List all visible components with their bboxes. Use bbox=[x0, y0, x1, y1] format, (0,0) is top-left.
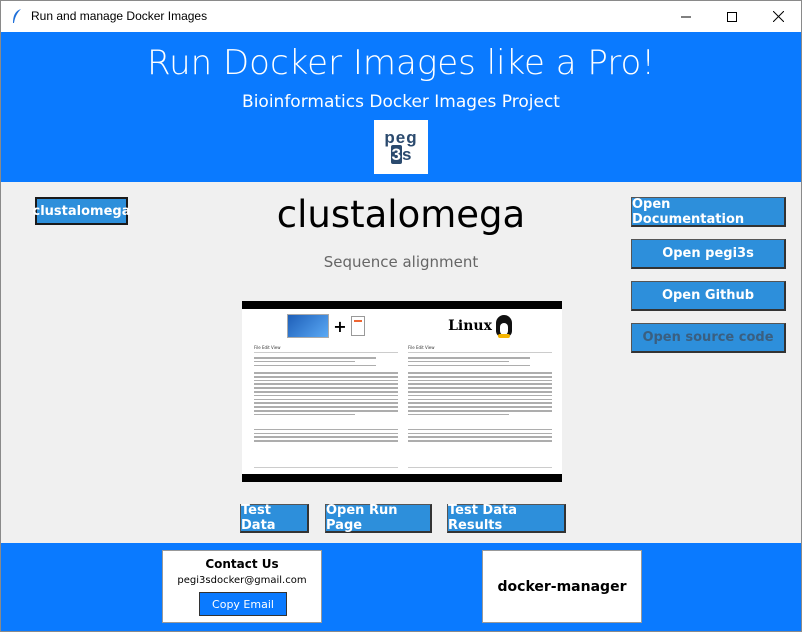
open-pegi3s-button[interactable]: Open pegi3s bbox=[631, 239, 786, 269]
preview-pane-linux: Linux File Edit View bbox=[404, 309, 556, 474]
test-data-button[interactable]: Test Data bbox=[240, 503, 309, 533]
contact-box: Contact Us pegi3sdocker@gmail.com Copy E… bbox=[162, 550, 322, 623]
open-run-page-button[interactable]: Open Run Page bbox=[325, 503, 432, 533]
page-title: Run Docker Images like a Pro! bbox=[147, 43, 655, 83]
maximize-icon bbox=[727, 11, 737, 22]
docker-manager-button[interactable]: docker-manager bbox=[482, 550, 642, 623]
close-button[interactable] bbox=[755, 1, 801, 32]
open-documentation-button[interactable]: Open Documentation bbox=[631, 197, 786, 227]
preview-pane-header: + bbox=[250, 309, 402, 343]
preview-text-lines bbox=[254, 357, 398, 467]
logo-letter: s bbox=[402, 145, 412, 164]
contact-email: pegi3sdocker@gmail.com bbox=[177, 575, 307, 586]
linux-label: Linux bbox=[448, 318, 492, 334]
windows-logo-icon bbox=[287, 314, 330, 338]
tux-penguin-icon bbox=[495, 315, 512, 338]
logo-top-text: peg bbox=[384, 128, 418, 147]
plus-icon: + bbox=[333, 316, 347, 336]
page-subtitle: Bioinformatics Docker Images Project bbox=[242, 92, 560, 112]
window-title: Run and manage Docker Images bbox=[31, 9, 208, 23]
feather-icon bbox=[13, 9, 21, 23]
notepad-icon bbox=[350, 316, 365, 336]
preview-canvas: + File Edit View Linux File Edit View bbox=[242, 309, 562, 474]
close-icon bbox=[772, 11, 784, 22]
pegi3s-logo: peg 3s bbox=[374, 120, 428, 174]
minimize-button[interactable] bbox=[663, 1, 709, 32]
minimize-icon bbox=[681, 16, 691, 17]
tool-selector-button[interactable]: clustalomega bbox=[33, 197, 131, 225]
preview-pane-windows: + File Edit View bbox=[250, 309, 402, 474]
preview-pane-header: Linux bbox=[404, 309, 556, 343]
test-data-results-button[interactable]: Test Data Results bbox=[447, 503, 566, 533]
preview-status-bar bbox=[254, 467, 398, 472]
open-github-button[interactable]: Open Github bbox=[631, 281, 786, 311]
tool-name: clustalomega bbox=[276, 193, 526, 236]
tool-description: Sequence alignment bbox=[323, 253, 479, 271]
preview-menu-bar: File Edit View bbox=[254, 345, 398, 353]
preview-menu-bar: File Edit View bbox=[408, 345, 552, 353]
app-window: Run and manage Docker Images Run Docker … bbox=[0, 0, 802, 632]
maximize-button[interactable] bbox=[709, 1, 755, 32]
preview-status-bar bbox=[408, 467, 552, 472]
preview-text-lines bbox=[408, 357, 552, 467]
logo-bottom-text: 3s bbox=[390, 145, 412, 164]
open-source-code-button[interactable]: Open source code bbox=[631, 323, 786, 353]
logo-digit: 3 bbox=[390, 145, 402, 164]
header-banner: Run Docker Images like a Pro! Bioinforma… bbox=[1, 32, 801, 182]
footer-banner: Contact Us pegi3sdocker@gmail.com Copy E… bbox=[1, 543, 801, 631]
contact-title: Contact Us bbox=[205, 557, 279, 571]
title-bar: Run and manage Docker Images bbox=[1, 1, 801, 32]
tool-screenshot-preview: + File Edit View Linux File Edit View bbox=[242, 301, 562, 482]
copy-email-button[interactable]: Copy Email bbox=[199, 592, 287, 616]
